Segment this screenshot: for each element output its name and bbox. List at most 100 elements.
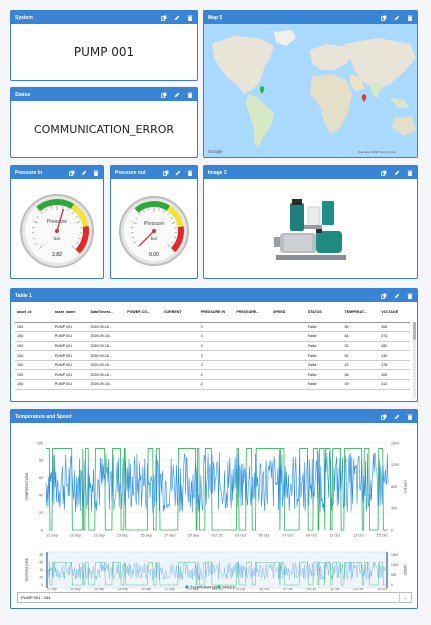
- table-cell: False: [305, 322, 343, 333]
- x-tick: 17 Sep: [46, 534, 57, 538]
- x-tick: 21 Sep: [93, 534, 104, 538]
- copy-icon[interactable]: [381, 170, 387, 176]
- table-column-header[interactable]: STATUS: [305, 302, 343, 323]
- table-cell: 154: [15, 331, 53, 342]
- map-widget: Map 5 Google Map data ©2020 Terms of Use: [203, 10, 418, 158]
- copy-icon[interactable]: [69, 170, 75, 176]
- nav-y-left-tick: 0: [41, 583, 43, 587]
- table-cell: 430: [379, 350, 410, 361]
- edit-icon[interactable]: [394, 170, 400, 176]
- copy-icon[interactable]: [381, 293, 387, 299]
- table-cell: [234, 369, 272, 381]
- table-column-header[interactable]: SPEED: [271, 302, 306, 323]
- table-row[interactable]: 154 PUMP 001 2020-09-16... 3 False 50 406: [15, 322, 410, 333]
- table-row[interactable]: 154 PUMP 001 2020-09-16... 2 False 39 412: [15, 379, 410, 390]
- y-left-label: TEMPERATURE: [25, 472, 29, 501]
- delete-icon[interactable]: [407, 15, 413, 21]
- y-right-tick: 800: [391, 485, 397, 489]
- legend-temperature[interactable]: TEMPERATURE: [190, 585, 220, 590]
- map-attribution-google: Google: [208, 149, 223, 154]
- edit-icon[interactable]: [394, 15, 400, 21]
- table-row[interactable]: 154 PUMP 001 2020-09-16... 4 False 58 405: [15, 369, 410, 381]
- table-cell: [271, 360, 306, 371]
- world-map[interactable]: Google Map data ©2020 Terms of Use: [204, 24, 417, 157]
- nav-y-left-label: TEMPERATURE: [25, 558, 29, 582]
- copy-icon[interactable]: [161, 92, 167, 98]
- chevron-down-icon[interactable]: ⌄: [399, 592, 411, 603]
- table-row[interactable]: 154 PUMP 001 2020-09-16... 4 False 33 450: [15, 341, 410, 352]
- legend-speed-marker: [217, 585, 221, 589]
- table-cell: [161, 369, 199, 381]
- table-column-header[interactable]: CURRENT: [161, 302, 199, 323]
- copy-icon[interactable]: [161, 15, 167, 21]
- table-column-header[interactable]: PRESSURE...: [234, 302, 272, 323]
- table-scrollbar[interactable]: [413, 322, 416, 398]
- image-widget-header: Image 2: [204, 166, 417, 179]
- nav-handle-left[interactable]: [46, 552, 48, 588]
- delete-icon[interactable]: [407, 293, 413, 299]
- x-tick: 03 Oct: [235, 534, 246, 538]
- table-cell: PUMP 001: [52, 341, 89, 352]
- edit-icon[interactable]: [394, 414, 400, 420]
- chart-widget: Temperature and Speed 100 80 60 40 20 0 1600 12…: [10, 409, 418, 609]
- delete-icon[interactable]: [407, 414, 413, 420]
- table-cell: PUMP 001: [52, 322, 89, 333]
- asset-select[interactable]: PUMP 001 - 154 ⌄: [17, 592, 412, 603]
- chart-widget-title: Temperature and Speed: [15, 413, 72, 420]
- temperature-speed-chart[interactable]: 100806040200160012008004000TEMPERATURE SP…: [11, 423, 417, 591]
- copy-icon[interactable]: [381, 414, 387, 420]
- edit-icon[interactable]: [81, 170, 87, 176]
- delete-icon[interactable]: [187, 170, 193, 176]
- edit-icon[interactable]: [174, 15, 180, 21]
- delete-icon[interactable]: [93, 170, 99, 176]
- table-cell: False: [305, 360, 343, 371]
- table-cell: 3: [198, 360, 235, 371]
- navigator-bg[interactable]: [45, 551, 389, 589]
- table-cell: PUMP 001: [52, 369, 89, 381]
- copy-icon[interactable]: [163, 170, 169, 176]
- table-cell: 64: [342, 331, 380, 342]
- legend-speed[interactable]: SPEED: [222, 585, 236, 590]
- map-attribution-terms[interactable]: Map data ©2020 Terms of Use: [358, 150, 396, 154]
- table-column-header[interactable]: POWER CO...: [125, 302, 162, 323]
- table-cell: 33: [342, 341, 380, 352]
- table-column-header[interactable]: asset_id: [15, 302, 53, 323]
- series-temperature-line[interactable]: [45, 452, 389, 513]
- copy-icon[interactable]: [381, 15, 387, 21]
- table-cell: [234, 350, 272, 361]
- y-left-tick: 20: [39, 511, 43, 515]
- delete-icon[interactable]: [187, 92, 193, 98]
- edit-icon[interactable]: [394, 293, 400, 299]
- edit-icon[interactable]: [174, 92, 180, 98]
- table-column-header[interactable]: VOLTAGE: [379, 302, 410, 323]
- gauge-unit: bar: [151, 236, 158, 241]
- edit-icon[interactable]: [175, 170, 181, 176]
- table-row[interactable]: 154 PUMP 001 2020-09-16... 3 False 52 430: [15, 350, 410, 361]
- table-column-header[interactable]: asset_name: [52, 302, 89, 323]
- table-column-header[interactable]: PRESSURE IN: [198, 302, 235, 323]
- table-cell: [271, 379, 306, 390]
- table-row[interactable]: 154 PUMP 001 2020-09-16... 3 False 64 373: [15, 331, 410, 342]
- table-row[interactable]: 154 PUMP 001 2020-09-16... 3 False 43 378: [15, 360, 410, 371]
- table-cell: 3: [198, 331, 235, 342]
- table-widget-header: Table 1: [11, 289, 417, 302]
- image-widget-title: Image 2: [208, 169, 227, 176]
- table-cell: 405: [379, 369, 410, 381]
- system-widget: System PUMP 001: [10, 10, 198, 81]
- pressure-out-gauge: Pressure bar 0.00: [119, 196, 189, 266]
- table-column-header[interactable]: DataTimest...: [88, 302, 126, 323]
- asset-select-value: PUMP 001 - 154: [21, 595, 51, 600]
- nav-handle-right[interactable]: [386, 552, 388, 588]
- table-cell: False: [305, 341, 343, 352]
- nav-y-right-tick: 1000: [391, 563, 398, 567]
- table-cell: False: [305, 379, 343, 390]
- delete-icon[interactable]: [407, 170, 413, 176]
- table-cell: 154: [15, 369, 53, 381]
- x-tick: 27 Sep: [164, 534, 175, 538]
- table-column-header[interactable]: TEMPERAT...: [342, 302, 380, 323]
- table-cell: [271, 341, 306, 352]
- x-tick: 19 Sep: [70, 534, 81, 538]
- delete-icon[interactable]: [187, 15, 193, 21]
- table-cell: PUMP 001: [52, 360, 89, 371]
- table-cell: False: [305, 350, 343, 361]
